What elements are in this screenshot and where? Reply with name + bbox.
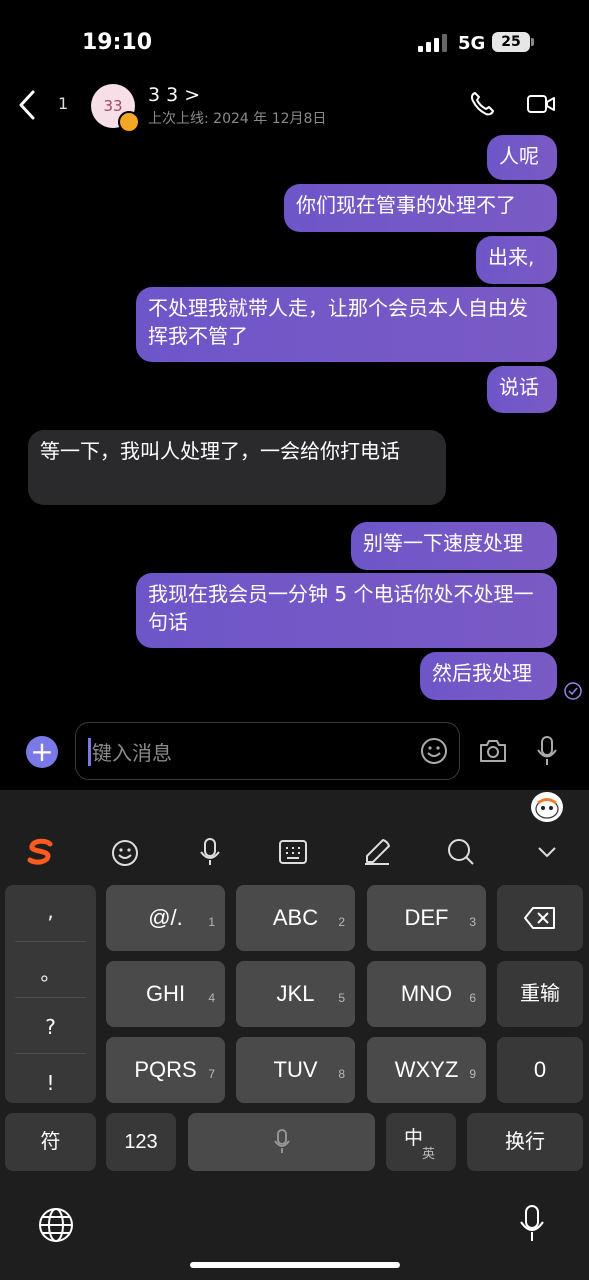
- key-1[interactable]: @/. 1: [106, 885, 225, 951]
- emoji-keyboard-icon[interactable]: [110, 836, 142, 868]
- key-label: @/.: [148, 905, 183, 930]
- key-hint: 2: [338, 915, 345, 929]
- message-bubble-outgoing[interactable]: 说话: [487, 366, 557, 413]
- sogou-logo-icon[interactable]: [24, 836, 56, 868]
- key-label: WXYZ: [394, 1057, 459, 1082]
- key-hint: 1: [208, 915, 215, 929]
- message-bubble-outgoing[interactable]: 人呢: [487, 135, 557, 180]
- network-type: 5G: [458, 33, 486, 54]
- key-6[interactable]: MNO 6: [367, 961, 486, 1027]
- key-label: PQRS: [134, 1057, 197, 1082]
- keyboard-mascot-icon[interactable]: [531, 792, 563, 822]
- key-hint: 6: [469, 991, 476, 1005]
- text-caret: [88, 738, 91, 766]
- message-list: 人呢 你们现在管事的处理不了 出来, 不处理我就带人走，让那个会员本人自由发挥我…: [0, 135, 589, 715]
- language-switch-key[interactable]: 中 英: [386, 1113, 456, 1171]
- add-attachment-button[interactable]: +: [26, 736, 58, 768]
- unread-count[interactable]: 1: [58, 94, 68, 113]
- punctuation-key[interactable]: 。: [5, 957, 96, 986]
- video-call-icon[interactable]: [526, 92, 556, 116]
- lang-sub: 英: [422, 1146, 436, 1161]
- message-bubble-outgoing[interactable]: 别等一下速度处理: [351, 522, 557, 570]
- last-seen: 上次上线: 2024 年 12月8日: [148, 111, 327, 127]
- clock-badge-icon: [118, 111, 140, 133]
- divider: [15, 997, 86, 998]
- emoji-icon[interactable]: [419, 736, 449, 766]
- read-receipt-icon: [564, 682, 582, 700]
- symbols-key[interactable]: 符: [5, 1113, 96, 1171]
- key-7[interactable]: PQRS 7: [106, 1037, 225, 1103]
- key-label: GHI: [145, 981, 186, 1006]
- message-bubble-outgoing[interactable]: 然后我处理: [420, 652, 557, 700]
- key-9[interactable]: WXYZ 9: [367, 1037, 486, 1103]
- microphone-icon[interactable]: [536, 735, 558, 767]
- battery-tip: [531, 38, 534, 46]
- keyboard-layout-icon[interactable]: [277, 836, 309, 868]
- message-input-placeholder: 键入消息: [92, 741, 172, 765]
- space-key[interactable]: [188, 1113, 375, 1171]
- message-bubble-outgoing[interactable]: 不处理我就带人走，让那个会员本人自由发挥我不管了: [136, 287, 557, 362]
- key-hint: 8: [338, 1067, 345, 1081]
- lang-main: 中: [404, 1128, 424, 1149]
- key-hint: 4: [208, 991, 215, 1005]
- camera-icon[interactable]: [478, 737, 508, 765]
- key-2[interactable]: ABC 2: [236, 885, 355, 951]
- key-label: JKL: [276, 981, 315, 1006]
- punctuation-list[interactable]: , 。 ? !: [5, 885, 96, 1103]
- chevron-down-icon[interactable]: [531, 836, 563, 868]
- zero-key[interactable]: 0: [497, 1037, 583, 1103]
- phone-icon[interactable]: [468, 90, 496, 118]
- divider: [15, 941, 86, 942]
- key-8[interactable]: TUV 8: [236, 1037, 355, 1103]
- key-hint: 9: [469, 1067, 476, 1081]
- punctuation-key[interactable]: ?: [5, 1015, 96, 1039]
- numbers-key[interactable]: 123: [106, 1113, 176, 1171]
- retype-key[interactable]: 重输: [497, 961, 583, 1027]
- key-5[interactable]: JKL 5: [236, 961, 355, 1027]
- backspace-icon: [524, 907, 555, 929]
- back-arrow-icon[interactable]: [14, 88, 42, 122]
- backspace-key[interactable]: [497, 885, 583, 951]
- message-bubble-incoming[interactable]: 等一下，我叫人处理了，一会给你打电话: [28, 430, 446, 505]
- status-time: 19:10: [82, 30, 153, 55]
- home-indicator[interactable]: [190, 1262, 400, 1268]
- voice-input-icon[interactable]: [194, 836, 226, 868]
- key-hint: 7: [208, 1067, 215, 1081]
- message-bubble-outgoing[interactable]: 你们现在管事的处理不了: [284, 184, 557, 232]
- key-hint: 3: [469, 915, 476, 929]
- search-icon[interactable]: [445, 836, 477, 868]
- message-bubble-outgoing[interactable]: 出来,: [476, 236, 557, 284]
- battery-icon: 25: [492, 32, 530, 52]
- dictation-mic-icon[interactable]: [518, 1204, 546, 1244]
- signal-icon: [418, 34, 447, 52]
- key-label: TUV: [273, 1057, 318, 1082]
- divider: [15, 1053, 86, 1054]
- key-3[interactable]: DEF 3: [367, 885, 486, 951]
- message-bubble-outgoing[interactable]: 我现在我会员一分钟 5 个电话你处不处理一句话: [136, 573, 557, 648]
- key-hint: 5: [338, 991, 345, 1005]
- globe-icon[interactable]: [37, 1206, 75, 1244]
- key-label: DEF: [404, 905, 449, 930]
- key-4[interactable]: GHI 4: [106, 961, 225, 1027]
- contact-name[interactable]: 3 3 >: [148, 84, 200, 106]
- space-mic-icon: [273, 1129, 290, 1153]
- punctuation-key[interactable]: ,: [5, 899, 96, 923]
- punctuation-key[interactable]: !: [5, 1071, 96, 1095]
- key-label: ABC: [272, 905, 319, 930]
- handwriting-icon[interactable]: [361, 836, 393, 868]
- enter-key[interactable]: 换行: [467, 1113, 583, 1171]
- key-label: MNO: [400, 981, 453, 1006]
